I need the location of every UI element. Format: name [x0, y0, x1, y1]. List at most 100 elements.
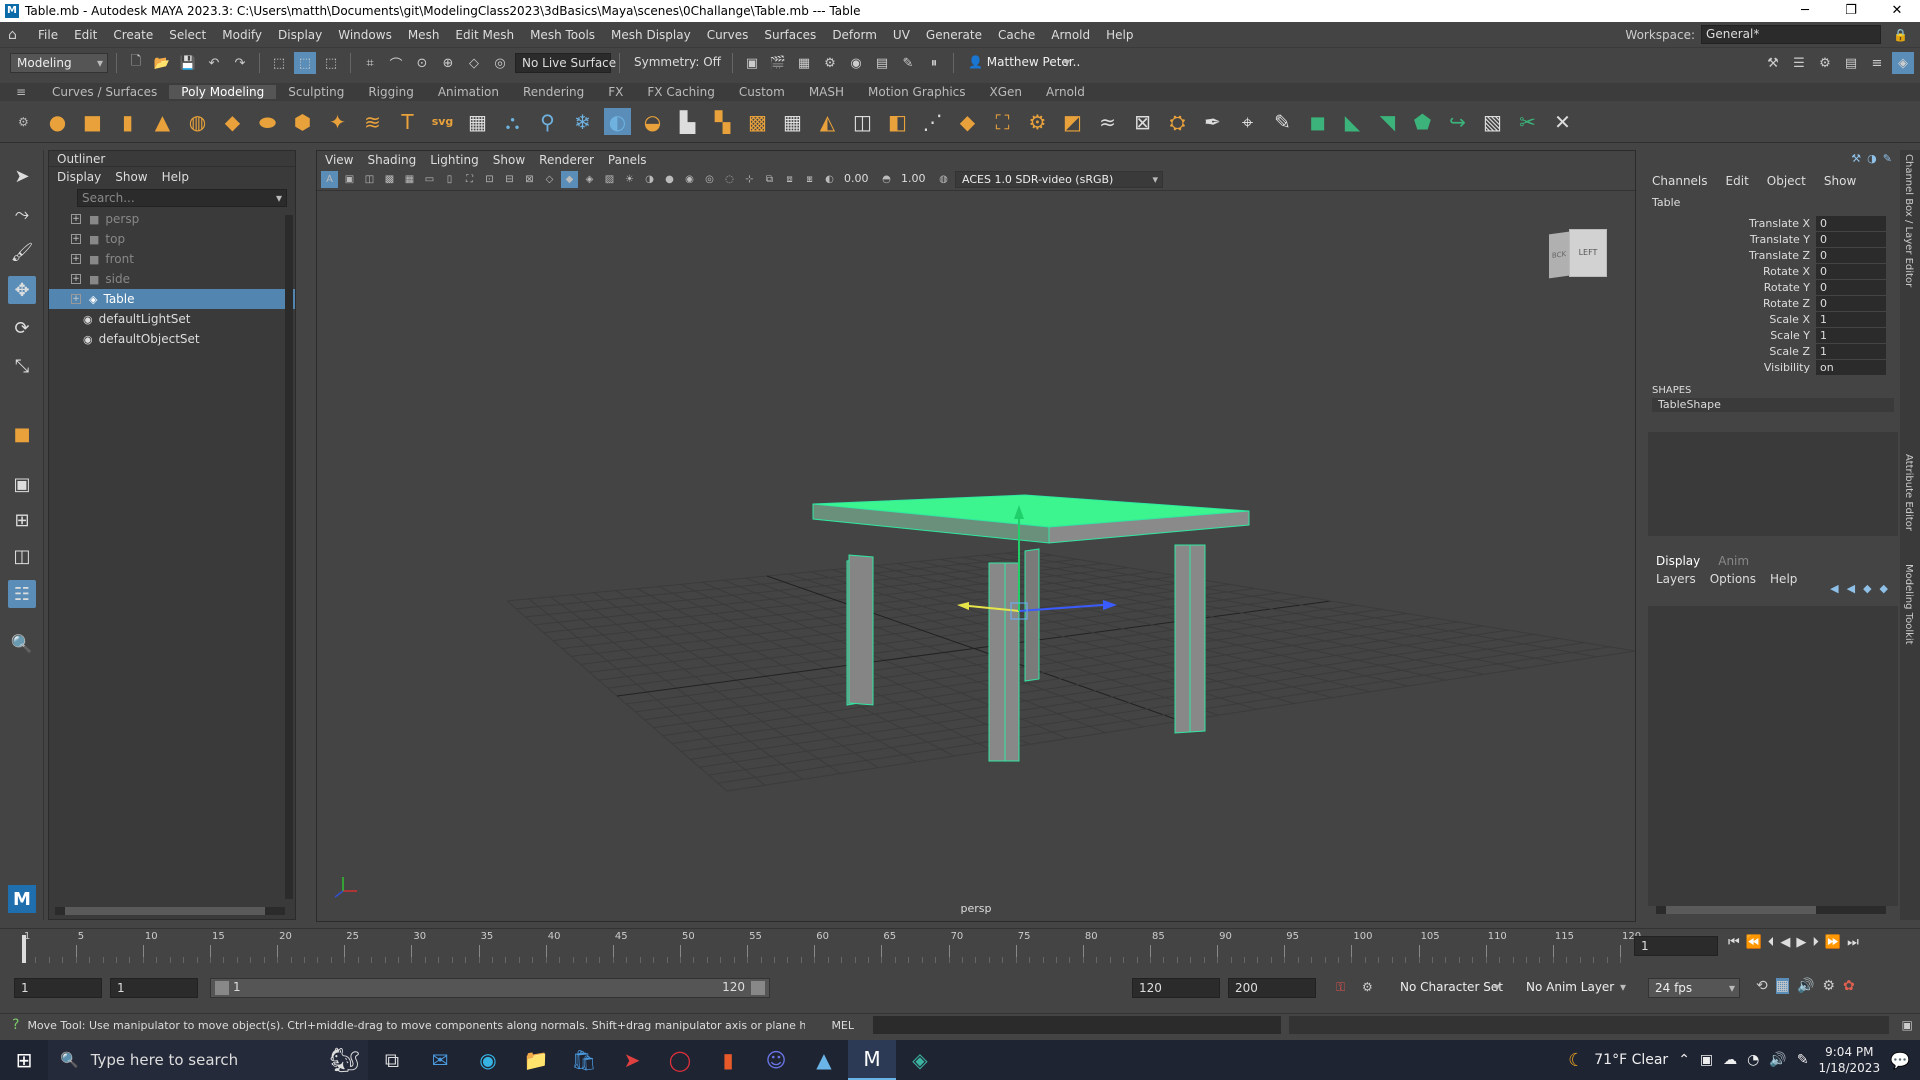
menu-generate[interactable]: Generate [918, 28, 990, 42]
channel-value[interactable]: 1 [1816, 311, 1886, 327]
menu-edit-mesh[interactable]: Edit Mesh [447, 28, 522, 42]
mirror-icon[interactable]: ◭ [814, 108, 841, 135]
view-transform-dropdown[interactable]: ACES 1.0 SDR-video (sRGB) [955, 171, 1163, 188]
file-explorer-icon[interactable]: 📁 [512, 1040, 560, 1080]
resolution-gate-icon[interactable]: ▯ [441, 171, 458, 188]
right-tab-0[interactable]: Channel Box / Layer Editor [1900, 150, 1917, 450]
uv-grid-icon[interactable]: ▦ [464, 108, 491, 135]
move-tool-icon[interactable]: ✥ [8, 276, 36, 304]
channel-value[interactable]: 0 [1816, 263, 1886, 279]
shelf-tab-arnold[interactable]: Arnold [1034, 85, 1097, 99]
image-plane-icon[interactable]: ▩ [381, 171, 398, 188]
two-pane-layout-icon[interactable]: ◫ [8, 542, 36, 570]
view-cube[interactable]: BCK LEFT [1549, 229, 1609, 279]
range-start-handle[interactable] [215, 981, 229, 995]
shelf-menu-icon[interactable]: ≡ [16, 85, 26, 99]
poly-cylinder-icon[interactable]: ▮ [114, 108, 141, 135]
smooth-shade-icon[interactable]: ◆ [561, 171, 578, 188]
multi-cut-icon[interactable]: ◧ [884, 108, 911, 135]
gamma-field[interactable]: 1.00 [898, 171, 932, 188]
expand-icon[interactable]: + [71, 254, 81, 264]
viewport-menu-show[interactable]: Show [493, 153, 525, 167]
outliner-menu-show[interactable]: Show [115, 170, 147, 184]
insert-loop-icon[interactable]: ◫ [849, 108, 876, 135]
animation-end-field[interactable]: 200 [1228, 978, 1316, 998]
svg-icon[interactable]: svg [429, 108, 456, 135]
outliner-item-side[interactable]: + ■ side [49, 269, 295, 289]
type-icon[interactable]: T [394, 108, 421, 135]
workspace-dropdown[interactable]: General* [1701, 25, 1882, 44]
playback-start-field[interactable]: 1 [110, 978, 198, 998]
outliner-item-table[interactable]: + ◈ Table [49, 289, 295, 309]
onedrive-icon[interactable]: ☁ [1723, 1052, 1737, 1068]
outliner-menu-display[interactable]: Display [57, 170, 101, 184]
close-button[interactable]: ✕ [1874, 0, 1920, 22]
outliner-search-input[interactable]: Search... ▾ [77, 189, 287, 207]
symmetry-dropdown[interactable]: Symmetry: Off [628, 53, 724, 73]
uv-unfold-icon[interactable]: ↪ [1444, 108, 1471, 135]
film-gate-icon[interactable]: ▭ [421, 171, 438, 188]
soft-select-icon[interactable]: ⚙ [1024, 108, 1051, 135]
exposure-icon[interactable]: ◐ [821, 171, 838, 188]
center-pivot-icon[interactable]: ⊠ [1129, 108, 1156, 135]
render-setup-icon[interactable]: ▤ [871, 52, 893, 74]
snap-view-plane-icon[interactable]: ◇ [463, 52, 485, 74]
animation-prefs-icon[interactable]: ⚙ [1822, 978, 1835, 994]
edge-icon[interactable]: ◉ [464, 1040, 512, 1080]
channel-value[interactable]: 1 [1816, 343, 1886, 359]
shelf-tab-rigging[interactable]: Rigging [356, 85, 425, 99]
exposure-field[interactable]: 0.00 [841, 171, 875, 188]
xray-components-icon[interactable]: ⧆ [801, 171, 818, 188]
ghost-icon[interactable]: ✿ [1843, 978, 1855, 994]
attribute-editor-icon[interactable]: ◑ [1867, 152, 1877, 165]
layer-tab-anim[interactable]: Anim [1718, 554, 1749, 568]
table-leg-front-left[interactable] [848, 554, 874, 706]
field-chart-icon[interactable]: ⊡ [481, 171, 498, 188]
move-layer-up-icon[interactable]: ◀ [1830, 582, 1838, 595]
maya-taskbar-icon[interactable]: M [848, 1040, 896, 1080]
expand-icon[interactable]: + [71, 234, 81, 244]
target-weld-icon[interactable]: ⋰ [919, 108, 946, 135]
channel-value[interactable]: 0 [1816, 279, 1886, 295]
menu-set-dropdown[interactable]: Modeling [10, 53, 108, 73]
playback-end-field[interactable]: 120 [1132, 978, 1220, 998]
shelf-tab-rendering[interactable]: Rendering [511, 85, 596, 99]
expand-icon[interactable]: + [71, 294, 81, 304]
gamma-icon[interactable]: ◓ [878, 171, 895, 188]
textured-icon[interactable]: ▨ [601, 171, 618, 188]
channel-menu-object[interactable]: Object [1767, 174, 1806, 188]
sidebar-layers-icon[interactable]: ◈ [1892, 52, 1914, 74]
step-forward-frame-icon[interactable]: ⏩ [1825, 935, 1841, 950]
outliner-item-defaultlightset[interactable]: ◉ defaultLightSet [49, 309, 295, 329]
channel-row[interactable]: Translate X0 [1648, 215, 1898, 231]
shelf-tab-custom[interactable]: Custom [727, 85, 797, 99]
menu-mesh-tools[interactable]: Mesh Tools [522, 28, 603, 42]
make-live-icon[interactable]: ◎ [489, 52, 511, 74]
tool-settings-icon[interactable]: ✎ [1883, 152, 1892, 165]
viewport-menu-shading[interactable]: Shading [367, 153, 416, 167]
bevel-icon[interactable]: ▚ [709, 108, 736, 135]
menu-arnold[interactable]: Arnold [1043, 28, 1098, 42]
viewport-menu-renderer[interactable]: Renderer [539, 153, 594, 167]
grid-view-icon[interactable]: ▦ [401, 171, 418, 188]
render-current-icon[interactable]: 🎬 [767, 52, 789, 74]
channel-row[interactable]: Translate Z0 [1648, 247, 1898, 263]
extrude-icon[interactable]: ▙ [674, 108, 701, 135]
menu-windows[interactable]: Windows [330, 28, 400, 42]
motion-blur-icon[interactable]: ◉ [681, 171, 698, 188]
weather-text[interactable]: 71°F Clear [1594, 1052, 1668, 1068]
current-time-marker[interactable] [22, 935, 26, 963]
range-bar[interactable]: 1 120 [210, 978, 770, 998]
pen-icon[interactable]: ✎ [1797, 1052, 1809, 1068]
windows-start-icon[interactable]: ⊞ [0, 1040, 48, 1080]
discord-icon[interactable]: ☺ [752, 1040, 800, 1080]
last-tool-icon[interactable]: ■ [8, 420, 36, 448]
layer-menu-options[interactable]: Options [1710, 572, 1756, 586]
menu-modify[interactable]: Modify [214, 28, 270, 42]
layer-menu-layers[interactable]: Layers [1656, 572, 1696, 586]
menu-edit[interactable]: Edit [66, 28, 105, 42]
search-icon[interactable]: 🔍 [8, 630, 36, 658]
store-icon[interactable]: 🛍 [560, 1040, 608, 1080]
smooth-icon[interactable]: ❄ [569, 108, 596, 135]
channel-row[interactable]: Scale Z1 [1648, 343, 1898, 359]
